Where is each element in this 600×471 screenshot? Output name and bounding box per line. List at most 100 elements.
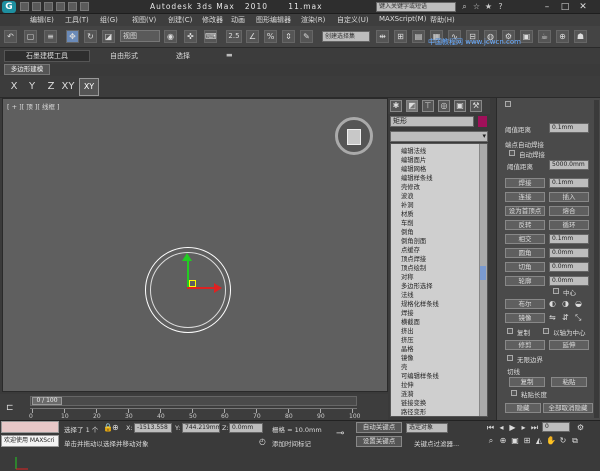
orbit-icon[interactable]: ↻ [558,436,568,446]
modifier-list-item[interactable]: 编辑面片 [401,155,426,164]
trim-button[interactable]: 修剪 [505,340,545,350]
modifier-list[interactable]: 编辑法线 编辑面片 编辑网格 编辑样条线 壳修改 波浪 补洞 材质 车削 倒角 倒角剖面 点缓存 顶点焊… [390,143,488,417]
select-by-name-icon[interactable]: ≡ [44,30,57,43]
constrain-xy-icon[interactable]: XY [60,79,76,95]
modifier-list-scrollbar[interactable] [479,144,487,416]
reference-coord-dropdown[interactable]: 视图 [120,30,160,42]
insert-button[interactable]: 插入 [549,192,589,202]
new-file-icon[interactable] [20,2,29,11]
modifier-list-item[interactable]: 晶格 [401,344,414,353]
modifier-list-item[interactable]: 壳 [401,362,407,371]
key-icon[interactable]: ⊸ [336,428,344,439]
select-scale-icon[interactable]: ◪ [102,30,115,43]
absolute-mode-icon[interactable]: ⊕ [112,423,119,432]
paste-length-checkbox[interactable] [511,390,517,396]
modifier-list-item[interactable]: 镜像 [401,353,414,362]
subscription-icon[interactable]: ☆ [472,2,481,11]
modifier-list-item[interactable]: 壳修改 [401,182,420,191]
modifier-list-item[interactable]: 倒角剖面 [401,236,426,245]
menu-graph-editors[interactable]: 图形编辑器 [256,15,291,25]
pan-icon[interactable]: ✋ [546,436,556,446]
object-color-swatch[interactable] [478,116,487,127]
close-button[interactable]: ✕ [576,1,590,13]
modifier-list-item[interactable]: 编辑法线 [401,146,426,155]
modifier-list-item[interactable]: 法线 [401,290,414,299]
menu-group[interactable]: 组(G) [100,15,118,25]
constrain-x-icon[interactable]: X [6,79,22,95]
modifier-list-item[interactable]: 拉伸 [401,380,414,389]
menu-rendering[interactable]: 渲染(R) [301,15,325,25]
boolean-button[interactable]: 布尔 [505,299,545,309]
modifier-list-item[interactable]: 车削 [401,218,414,227]
mirror-horizontal-icon[interactable]: ⇋ [549,313,556,322]
object-name-field[interactable]: 矩形 [390,116,474,127]
modifier-list-item[interactable]: 对称 [401,272,414,281]
key-filters-button[interactable]: 关键点过滤器... [414,438,459,448]
hierarchy-tab-icon[interactable]: ⊤ [422,100,434,112]
modify-tab-icon[interactable]: ◩ [406,100,418,112]
goto-start-icon[interactable]: ⏮ [486,423,495,432]
threshold-spinner[interactable]: 0.1mm [549,123,589,133]
named-selection-dropdown[interactable]: 创建选择集 [322,31,370,42]
crossinsert-button[interactable]: 相交 [505,234,545,244]
maxscript-listener-top[interactable] [1,421,59,433]
minimize-button[interactable]: – [540,1,554,13]
tab-polygon-modeling[interactable]: 多边形建模 [4,64,50,75]
select-manipulate-icon[interactable]: ✜ [184,30,197,43]
align-icon[interactable]: ⊞ [394,30,407,43]
key-mode-dropdown[interactable]: 选定对象 [406,423,448,433]
menu-animation[interactable]: 动画 [231,15,245,25]
gizmo-x-axis[interactable] [187,287,215,289]
gizmo-plane-handle[interactable] [189,280,196,287]
cycle-button[interactable]: 循环 [549,220,589,230]
tab-selection[interactable]: 选择 [176,51,190,61]
mirror-icon[interactable]: ⇹ [376,30,389,43]
z-coord-field[interactable]: 0.0mm [229,423,263,433]
zoom-extents-icon[interactable]: ▣ [510,436,520,446]
time-config-icon[interactable]: ⚙ [576,423,585,432]
zoom-extents-all-icon[interactable]: ⊞ [522,436,532,446]
prev-frame-icon[interactable]: ◂ [497,423,506,432]
modifier-list-item[interactable]: 规格化样条线 [401,299,439,308]
tab-freeform[interactable]: 自由形式 [110,51,138,61]
modifier-list-item[interactable]: 点缓存 [401,245,420,254]
fillet-button[interactable]: 圆角 [505,248,545,258]
app-logo-icon[interactable]: G [2,1,16,13]
search-input[interactable]: 键入关键字或短语 [376,2,456,12]
zoom-all-icon[interactable]: ⊕ [498,436,508,446]
modifier-list-item[interactable]: 编辑网格 [401,164,426,173]
modifier-list-item[interactable]: 可编辑样条线 [401,371,439,380]
spinner-snap-icon[interactable]: ⇕ [282,30,295,43]
modifier-list-item[interactable]: 横截面 [401,317,420,326]
select-move-icon[interactable]: ✥ [66,30,79,43]
about-pivot-checkbox[interactable] [543,328,549,334]
modifier-list-item[interactable]: 顶点焊接 [401,254,426,263]
tangent-paste-button[interactable]: 粘贴 [551,377,587,387]
create-tab-icon[interactable]: ✱ [390,100,402,112]
unhide-all-button[interactable]: 全部取消隐藏 [543,403,593,413]
infinite-bounds-checkbox[interactable] [507,355,513,361]
set-key-button[interactable]: 设置关键点 [356,436,402,447]
motion-tab-icon[interactable]: ◎ [438,100,450,112]
next-frame-icon[interactable]: ▸ [519,423,528,432]
render-production-icon[interactable]: ☕ [538,30,551,43]
undo-tool-icon[interactable]: ↶ [4,30,17,43]
maximize-button[interactable]: □ [558,1,572,13]
connect-button[interactable]: 连接 [505,192,545,202]
open-file-icon[interactable] [32,2,41,11]
current-frame-field[interactable]: 0 [542,422,570,432]
mini-curve-editor-icon[interactable]: ⊏ [6,403,14,413]
modifier-list-item[interactable]: 挤出 [401,326,414,335]
auto-weld-threshold-spinner[interactable]: 5000.0mm [549,160,589,170]
mirror-button[interactable]: 镜像 [505,313,545,323]
menu-maxscript[interactable]: MAXScript(M) [379,15,426,23]
menu-help[interactable]: 帮助(H) [430,15,455,25]
mirror-vertical-icon[interactable]: ⇵ [562,313,569,322]
viewport-label[interactable]: [ + ][ 顶 ][ 线框 ] [7,101,60,111]
modifier-list-item[interactable]: 链接变换 [401,398,426,407]
weld-spinner[interactable]: 0.1mm [549,178,589,188]
modifier-list-item[interactable]: 路径变形 [401,407,426,416]
outline-button[interactable]: 轮廓 [505,276,545,286]
viewcube-icon[interactable] [335,117,373,155]
select-object-icon[interactable]: ▢ [24,30,37,43]
